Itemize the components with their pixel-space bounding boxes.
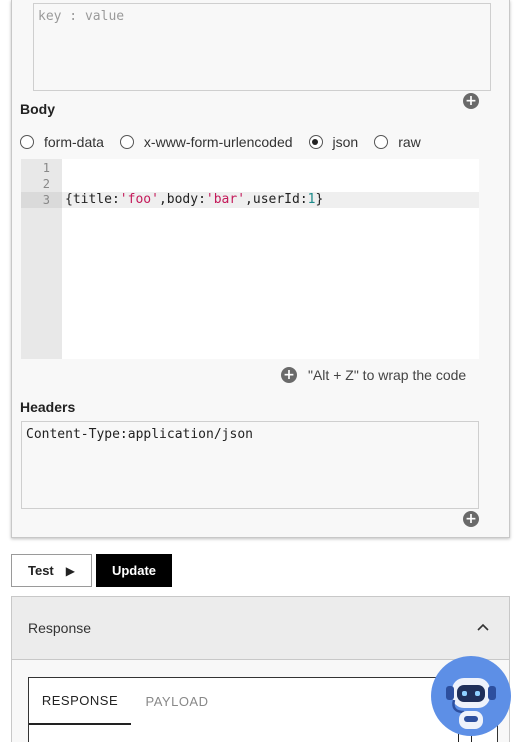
- code-string: 'bar': [205, 192, 246, 207]
- code-string: 'foo': [119, 192, 159, 207]
- add-param-icon[interactable]: +: [463, 93, 479, 109]
- params-field[interactable]: key : value: [33, 3, 491, 91]
- headers-label: Headers: [20, 399, 76, 415]
- radio-selected-icon: [308, 135, 323, 149]
- line-number: 3: [42, 193, 50, 207]
- test-button[interactable]: Test ▶: [11, 554, 92, 587]
- update-button[interactable]: Update: [96, 554, 172, 587]
- response-title: Response: [28, 620, 92, 636]
- line-number: 1: [42, 161, 50, 175]
- radio-circle-icon: [119, 135, 134, 149]
- response-header[interactable]: Response: [12, 597, 509, 660]
- add-header-icon[interactable]: +: [463, 511, 479, 527]
- chevron-up-icon[interactable]: [476, 621, 490, 635]
- code-token: }: [315, 192, 324, 207]
- wrap-hint: "Alt + Z" to wrap the code: [308, 367, 467, 383]
- tab-payload[interactable]: PAYLOAD: [131, 678, 223, 725]
- test-button-label: Test: [28, 563, 54, 578]
- radio-raw[interactable]: raw: [374, 134, 421, 150]
- body-label: Body: [20, 101, 55, 117]
- code-token: {title:: [65, 192, 120, 207]
- radio-json[interactable]: json: [308, 134, 359, 150]
- code-token: ,body:: [158, 192, 206, 207]
- radio-label: form-data: [44, 134, 104, 150]
- headers-field[interactable]: Content-Type:application/json: [21, 421, 479, 509]
- radio-x-www-form-urlencoded[interactable]: x-www-form-urlencoded: [119, 134, 293, 150]
- radio-label: x-www-form-urlencoded: [143, 134, 293, 150]
- code-token: ,userId:: [245, 192, 308, 207]
- wrap-toggle-icon[interactable]: +: [281, 367, 297, 383]
- play-icon: ▶: [65, 563, 75, 578]
- radio-label: json: [332, 134, 359, 150]
- radio-form-data[interactable]: form-data: [20, 134, 104, 150]
- radio-circle-icon: [20, 135, 34, 149]
- tab-response[interactable]: RESPONSE: [29, 678, 131, 725]
- response-tabs-card: RESPONSE PAYLOAD: [28, 677, 498, 742]
- radio-label: raw: [398, 134, 421, 150]
- line-number: 2: [42, 177, 50, 191]
- radio-circle-icon: [374, 135, 389, 149]
- code-line[interactable]: {title:'foo',body:'bar',userId:1}: [65, 192, 323, 208]
- robot-icon: [446, 678, 496, 729]
- code-number: 1: [307, 192, 316, 207]
- body-type-radio-group: form-data x-www-form-urlencoded json raw: [20, 133, 437, 151]
- body-code-editor[interactable]: 1 2 3 {title:'foo',body:'bar',userId:1}: [21, 159, 479, 359]
- response-panel: Response RESPONSE PAYLOAD: [11, 596, 510, 742]
- chat-assistant-button[interactable]: [431, 656, 511, 736]
